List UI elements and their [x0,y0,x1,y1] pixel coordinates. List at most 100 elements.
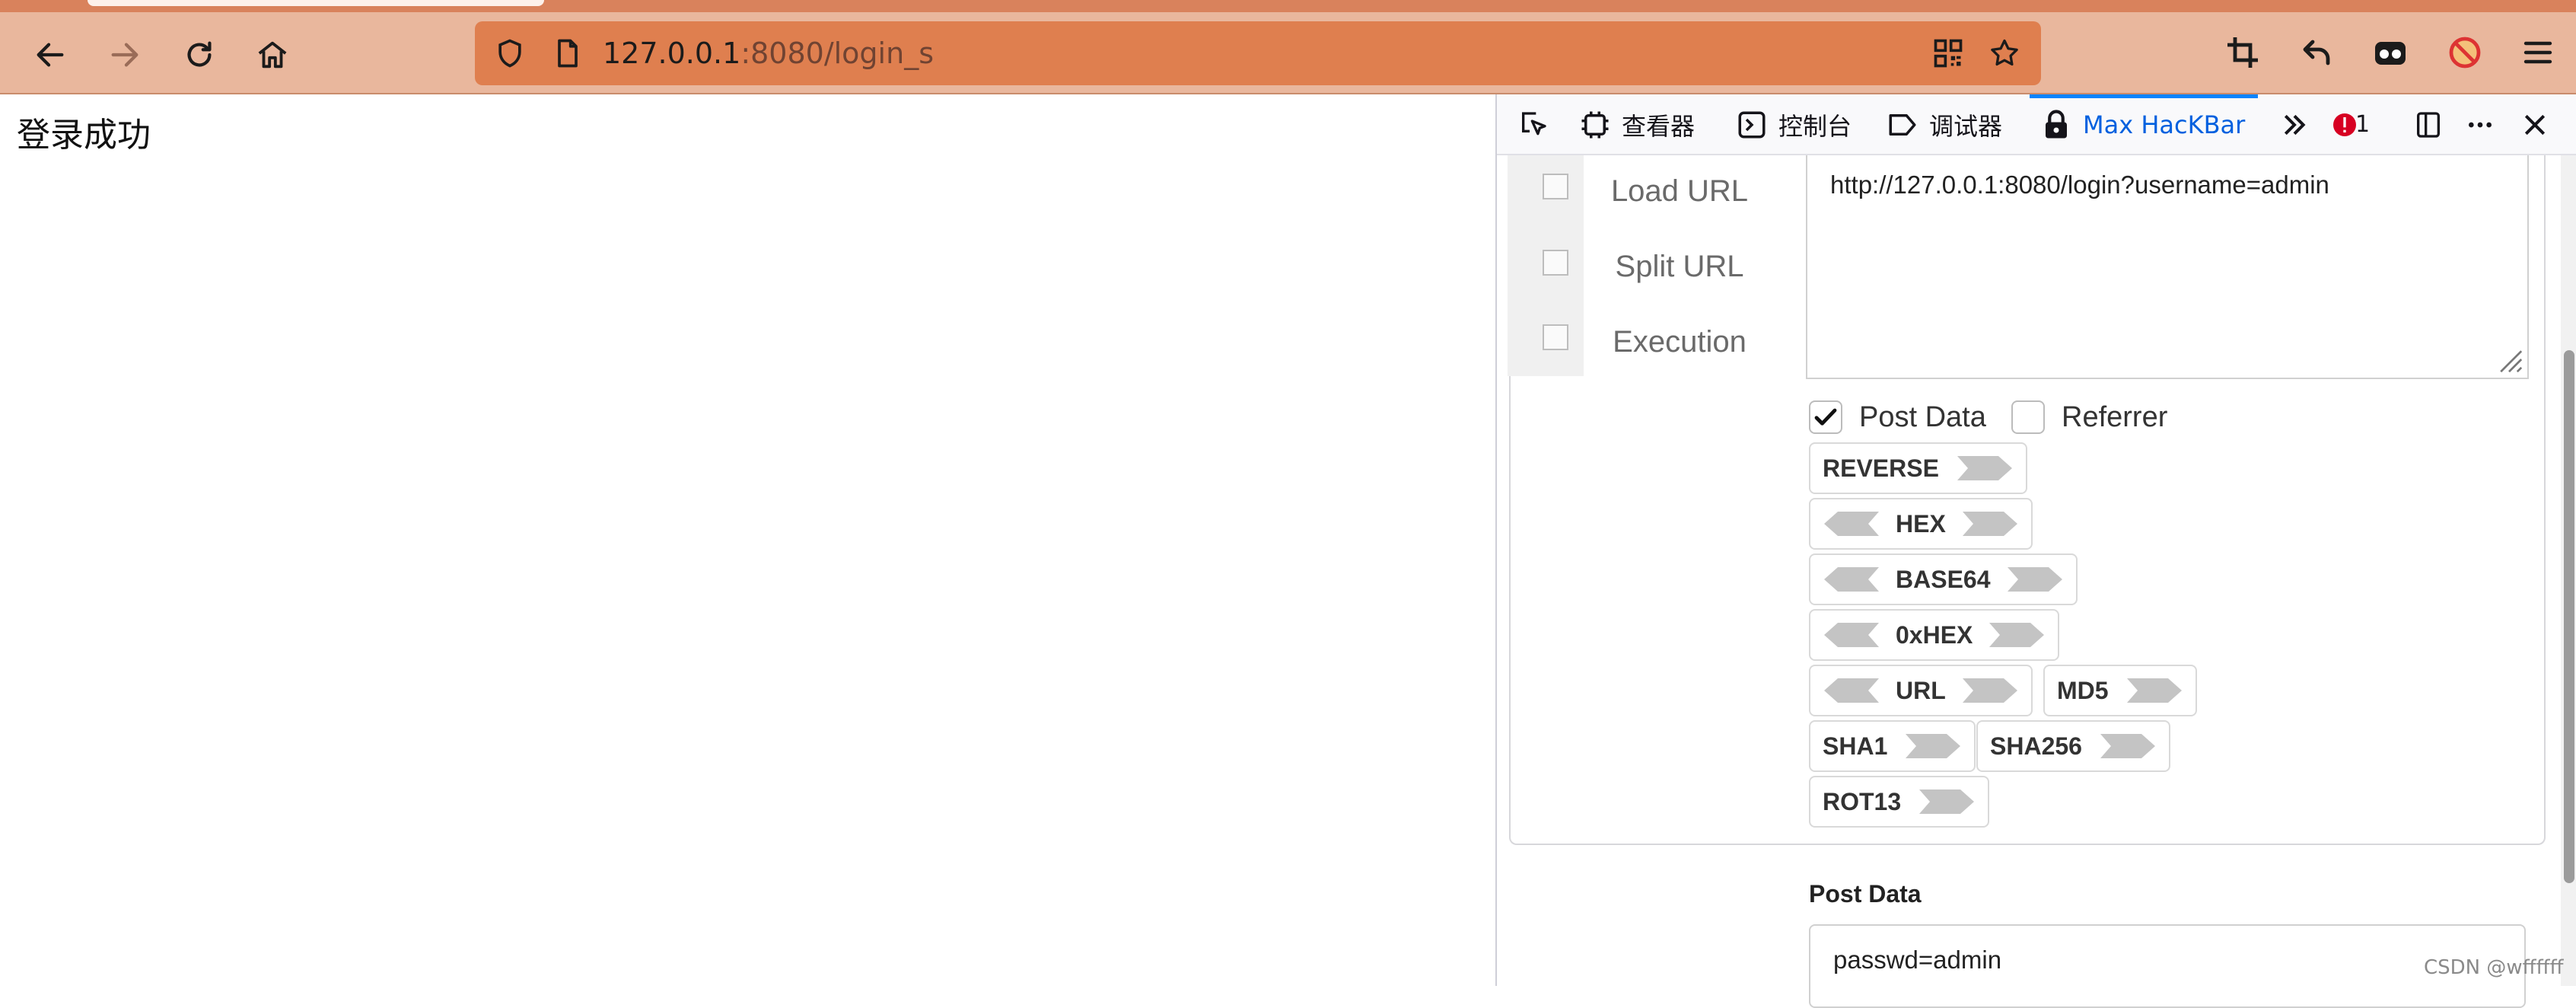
load-url-button[interactable]: Load URL [1588,172,1771,210]
post-data-heading: Post Data [1809,880,1922,908]
tab-inspector[interactable]: 查看器 [1579,102,1695,148]
blocked-icon [2449,37,2481,69]
chevron-left-icon[interactable] [1823,564,1880,595]
qrcode-button[interactable] [1928,33,1968,73]
console-icon [1738,111,1766,139]
devtools-options-button[interactable] [2459,104,2501,146]
post-data-textarea[interactable]: passwd=admin [1809,924,2526,1008]
extension-button[interactable] [2364,26,2417,79]
devtools-panel: 查看器 控制台 调试器 Max HacKBar 1 Load URL Split… [1495,94,2576,1008]
url-encode-label: URL [1896,676,1946,704]
reverse-button[interactable]: REVERSE [1809,442,2027,494]
url-encode-button[interactable]: URL [1809,665,2033,716]
checkmark-icon [1814,408,1837,426]
base64-label: BASE64 [1896,565,1991,593]
devtools-close-button[interactable] [2514,104,2556,146]
login-success-text: 登录成功 [17,116,151,155]
post-data-value: passwd=admin [1833,946,2002,974]
back-button[interactable] [24,29,76,81]
dock-toggle-button[interactable] [2407,104,2450,146]
execute-button[interactable]: Execution [1588,323,1771,361]
reload-button[interactable] [174,29,225,81]
md5-button[interactable]: MD5 [2043,665,2197,716]
chevron-right-icon [1904,731,1962,761]
reload-icon [187,41,212,67]
active-tab[interactable] [88,0,544,6]
element-picker-button[interactable] [1512,104,1555,146]
bookmark-button[interactable] [1985,33,2024,73]
split-url-button[interactable]: Split URL [1588,247,1771,285]
hex-label: HEX [1896,509,1946,537]
home-button[interactable] [247,29,298,81]
double-chevron-right-icon [2284,114,2306,136]
watermark: CSDN @wffffff [2424,956,2564,979]
browser-toolbar: 127.0.0.1:8080/login_s [0,0,2576,94]
sha256-button[interactable]: SHA256 [1976,720,2170,772]
url-bar[interactable]: 127.0.0.1:8080/login_s [475,21,2041,85]
chevron-left-icon[interactable] [1823,509,1880,539]
chevron-right-icon[interactable] [2006,564,2064,595]
debugger-icon [1889,114,1916,136]
tab-debugger[interactable]: 调试器 [1887,102,2002,148]
app-menu-button[interactable] [2511,26,2565,79]
sha1-label: SHA1 [1823,732,1888,760]
blocker-extension-button[interactable] [2438,26,2492,79]
post-data-toggle[interactable]: Post Data [1809,396,1986,439]
url-textarea-value: http://127.0.0.1:8080/login?username=adm… [1830,171,2329,199]
md5-label: MD5 [2057,676,2109,704]
sha1-button[interactable]: SHA1 [1809,720,1976,772]
url-host: 127.0.0.1 [603,37,741,70]
menu-icon [2523,41,2552,64]
crop-icon [2227,37,2258,68]
tracking-protection-button[interactable] [490,33,530,73]
chevron-left-icon[interactable] [1823,620,1880,650]
referrer-toggle[interactable]: Referrer [2011,396,2167,439]
lock-icon [2046,110,2067,139]
site-info-button[interactable] [548,33,587,73]
error-count: 1 [2355,111,2371,138]
more-tabs-button[interactable] [2273,104,2316,146]
tab-console[interactable]: 控制台 [1736,102,1852,148]
more-horizontal-icon [2469,122,2492,128]
chevron-right-icon[interactable] [1961,509,2019,539]
devtools-scrollbar[interactable] [2561,155,2576,986]
reverse-label: REVERSE [1823,454,1939,482]
inspector-icon [1581,111,1609,139]
active-tab-indicator [2030,94,2258,98]
chevron-right-icon[interactable] [1988,620,2046,650]
chevron-left-icon[interactable] [1823,675,1880,706]
referrer-checkbox-label: Referrer [2062,400,2168,433]
chevron-right-icon[interactable] [1961,675,2019,706]
sha256-label: SHA256 [1990,732,2082,760]
screenshot-button[interactable] [2216,26,2269,79]
tab-max-hackbar[interactable]: Max HacKBar [2040,102,2245,148]
tab-debugger-label: 调试器 [1929,112,2003,141]
tab-inspector-label: 查看器 [1622,112,1696,141]
referrer-checkbox[interactable] [2011,400,2045,434]
scrollbar-thumb[interactable] [2564,350,2574,883]
base64-button[interactable]: BASE64 [1809,553,2078,605]
undo-button[interactable] [2291,26,2344,79]
resize-grip-icon[interactable] [2495,346,2523,373]
close-icon [2524,114,2546,136]
shield-icon [498,39,521,68]
undo-icon [2303,40,2330,65]
chevron-right-icon [2125,675,2183,706]
0xhex-label: 0xHEX [1896,620,1973,649]
extension-mask-icon [2375,42,2406,65]
tab-console-label: 控制台 [1778,112,1852,141]
rot13-button[interactable]: ROT13 [1809,776,1990,828]
tab-max-hackbar-label: Max HacKBar [2083,110,2246,139]
picker-icon [1522,112,1546,136]
url-textarea[interactable]: http://127.0.0.1:8080/login?username=adm… [1806,155,2529,379]
forward-button[interactable] [99,29,151,81]
hackbar-action-gutter [1508,155,1584,376]
rot13-label: ROT13 [1823,787,1902,815]
url-text[interactable]: 127.0.0.1:8080/login_s [603,35,934,72]
hex-button[interactable]: HEX [1809,498,2033,550]
chevron-right-icon [1918,786,1976,817]
0xhex-button[interactable]: 0xHEX [1809,609,2060,661]
forward-icon [111,43,139,67]
dock-icon [2417,112,2440,138]
post-data-checkbox[interactable] [1809,400,1842,434]
